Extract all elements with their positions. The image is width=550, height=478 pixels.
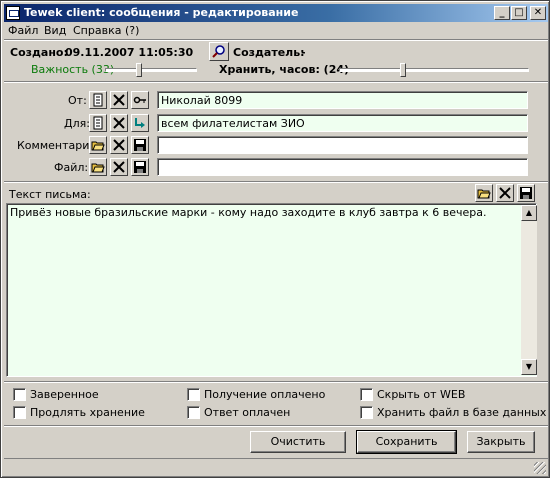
address-book-button[interactable]	[89, 91, 107, 109]
separator	[4, 39, 548, 41]
save-body-button[interactable]	[517, 184, 535, 202]
importance-slider-thumb[interactable]	[136, 63, 142, 77]
clear-from-button[interactable]	[110, 91, 128, 109]
reply-paid-checkbox[interactable]	[187, 406, 200, 419]
certified-label: Заверенное	[30, 388, 99, 401]
menu-view[interactable]: Вид	[44, 24, 66, 37]
floppy-disk-icon	[520, 187, 532, 199]
scroll-down-icon[interactable]: ▼	[521, 359, 537, 375]
importance-slider[interactable]	[105, 63, 197, 77]
comment-field[interactable]	[157, 136, 528, 154]
maximize-button[interactable]: □	[511, 6, 527, 20]
resize-grip-icon[interactable]	[534, 462, 546, 474]
open-comment-button[interactable]	[89, 136, 107, 154]
body-label: Текст письма:	[9, 188, 91, 201]
importance-label: Важность (33)	[31, 63, 115, 76]
menu-file[interactable]: Файл	[8, 24, 38, 37]
hide-web-checkbox[interactable]	[360, 388, 373, 401]
hide-web-label: Скрыть от WEB	[377, 388, 466, 401]
extend-storage-checkbox[interactable]	[13, 406, 26, 419]
separator	[4, 181, 548, 183]
window-title: Tewek client: сообщения - редактирование	[24, 6, 299, 19]
menu-bar: Файл Вид Справка (?)	[4, 23, 548, 39]
minimize-button[interactable]: _	[494, 6, 510, 20]
find-creator-button[interactable]	[209, 42, 229, 61]
address-book-button[interactable]	[89, 114, 107, 132]
floppy-disk-icon	[134, 139, 146, 151]
save-file-button[interactable]	[131, 158, 149, 176]
key-button[interactable]	[131, 91, 149, 109]
save-comment-button[interactable]	[131, 136, 149, 154]
open-file-button[interactable]	[89, 158, 107, 176]
address-book-icon	[93, 93, 103, 107]
delete-x-icon	[499, 187, 511, 199]
receipt-paid-label: Получение оплачено	[204, 388, 326, 401]
open-folder-icon	[91, 163, 105, 173]
created-label: Создано:	[10, 46, 68, 59]
clear-button[interactable]: Очистить	[250, 431, 346, 453]
separator	[4, 81, 548, 83]
store-file-db-checkbox[interactable]	[360, 406, 373, 419]
clear-body-button[interactable]	[496, 184, 514, 202]
creator-value: -	[301, 46, 306, 59]
title-bar[interactable]: Tewek client: сообщения - редактирование…	[4, 4, 548, 22]
open-folder-icon	[477, 189, 491, 199]
key-icon	[133, 96, 146, 104]
file-field[interactable]	[157, 158, 528, 176]
comment-label: Комментарий:	[17, 139, 101, 152]
delete-x-icon	[113, 117, 125, 129]
separator	[4, 425, 548, 427]
keep-hours-slider[interactable]	[339, 63, 529, 77]
extend-storage-label: Продлять хранение	[30, 406, 145, 419]
from-label: От:	[68, 94, 87, 107]
close-button[interactable]: Закрыть	[467, 431, 535, 453]
body-scrollbar[interactable]: ▲ ▼	[521, 205, 537, 375]
delete-x-icon	[113, 94, 125, 106]
app-icon	[6, 6, 20, 20]
menu-help[interactable]: Справка (?)	[73, 24, 139, 37]
delete-x-icon	[113, 139, 125, 151]
receipt-paid-checkbox[interactable]	[187, 388, 200, 401]
delete-x-icon	[113, 161, 125, 173]
save-button[interactable]: Сохранить	[356, 430, 457, 454]
close-window-button[interactable]: ✕	[530, 6, 546, 20]
to-label: Для:	[64, 117, 90, 130]
creator-label: Создатель:	[233, 46, 305, 59]
keep-hours-slider-thumb[interactable]	[400, 63, 406, 77]
open-body-button[interactable]	[475, 184, 493, 202]
open-folder-icon	[91, 141, 105, 151]
forward-arrow-icon	[135, 118, 145, 128]
separator	[4, 381, 548, 383]
message-body[interactable]: Привёз новые бразильские марки - кому на…	[6, 203, 537, 377]
store-file-db-label: Хранить файл в базе данных	[377, 406, 547, 419]
certified-checkbox[interactable]	[13, 388, 26, 401]
clear-comment-button[interactable]	[110, 136, 128, 154]
magnifier-icon	[212, 45, 225, 58]
from-field[interactable]: Николай 8099	[157, 91, 528, 109]
file-label: Файл:	[54, 161, 89, 174]
floppy-disk-icon	[134, 161, 146, 173]
message-text: Привёз новые бразильские марки - кому на…	[10, 206, 487, 219]
status-bar	[4, 458, 548, 476]
address-book-icon	[93, 116, 103, 130]
created-value: 09.11.2007 11:05:30	[65, 46, 194, 59]
keep-hours-label: Хранить, часов: (24)	[219, 63, 350, 76]
reply-paid-label: Ответ оплачен	[204, 406, 291, 419]
app-window: Tewek client: сообщения - редактирование…	[0, 0, 550, 478]
forward-button[interactable]	[131, 114, 149, 132]
clear-file-button[interactable]	[110, 158, 128, 176]
scroll-up-icon[interactable]: ▲	[521, 205, 537, 221]
to-field[interactable]: всем филателистам ЗИО	[157, 114, 528, 132]
clear-to-button[interactable]	[110, 114, 128, 132]
